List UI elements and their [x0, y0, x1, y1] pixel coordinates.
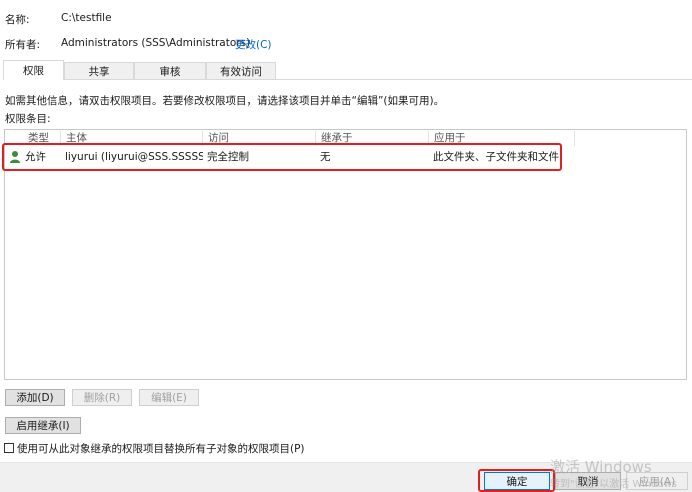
tab-effective-access[interactable]: 有效访问: [206, 62, 276, 79]
entry-access: 完全控制: [207, 151, 249, 163]
ok-button[interactable]: 确定: [484, 472, 550, 490]
tab-label: 共享: [88, 65, 110, 78]
column-header-type[interactable]: 类型: [23, 131, 61, 146]
replace-child-permissions-checkbox[interactable]: [4, 443, 14, 453]
instruction-text: 如需其他信息，请双击权限项目。若要修改权限项目，请选择该项目并单击“编辑”(如果…: [5, 95, 445, 107]
owner-value: Administrators (SSS\Administrators): [61, 37, 251, 49]
owner-label: 所有者:: [5, 39, 41, 51]
table-row[interactable]: 允许 liyurui (liyurui@SSS.SSSSS.S... 完全控制 …: [5, 147, 686, 167]
entry-applies-to: 此文件夹、子文件夹和文件: [433, 151, 559, 163]
remove-button[interactable]: 删除(R): [72, 389, 132, 406]
tab-auditing[interactable]: 审核: [134, 62, 206, 79]
name-label: 名称:: [5, 14, 30, 26]
replace-child-permissions-label: 使用可从此对象继承的权限项目替换所有子对象的权限项目(P): [17, 443, 305, 455]
tab-permissions[interactable]: 权限: [3, 60, 64, 80]
column-header-applies-to[interactable]: 应用于: [429, 131, 575, 146]
name-value: C:\testfile: [61, 12, 112, 24]
column-header-inherited-from[interactable]: 继承于: [316, 131, 429, 146]
enable-inheritance-button[interactable]: 启用继承(I): [5, 417, 81, 434]
tab-label: 有效访问: [220, 65, 262, 78]
cancel-button[interactable]: 取消: [555, 472, 621, 490]
column-header-principal[interactable]: 主体: [61, 131, 203, 146]
tab-sharing[interactable]: 共享: [64, 62, 134, 79]
apply-button[interactable]: 应用(A): [626, 472, 688, 490]
entry-principal: liyurui (liyurui@SSS.SSSSS.S...: [65, 151, 203, 163]
tab-label: 权限: [23, 65, 44, 77]
change-owner-link[interactable]: 更改(C): [235, 37, 272, 52]
entry-type: 允许: [25, 151, 46, 163]
column-header-access[interactable]: 访问: [203, 131, 316, 146]
edit-button[interactable]: 编辑(E): [139, 389, 199, 406]
add-button[interactable]: 添加(D): [5, 389, 65, 406]
permission-entries-label: 权限条目:: [5, 113, 51, 125]
permission-entries-list[interactable]: 类型 主体 访问 继承于 应用于 允许 liyurui (liyurui@SSS…: [4, 129, 687, 380]
tab-strip-divider: [3, 79, 692, 80]
tab-label: 审核: [159, 65, 181, 78]
entry-inherited-from: 无: [320, 151, 331, 163]
user-icon: [9, 147, 23, 167]
